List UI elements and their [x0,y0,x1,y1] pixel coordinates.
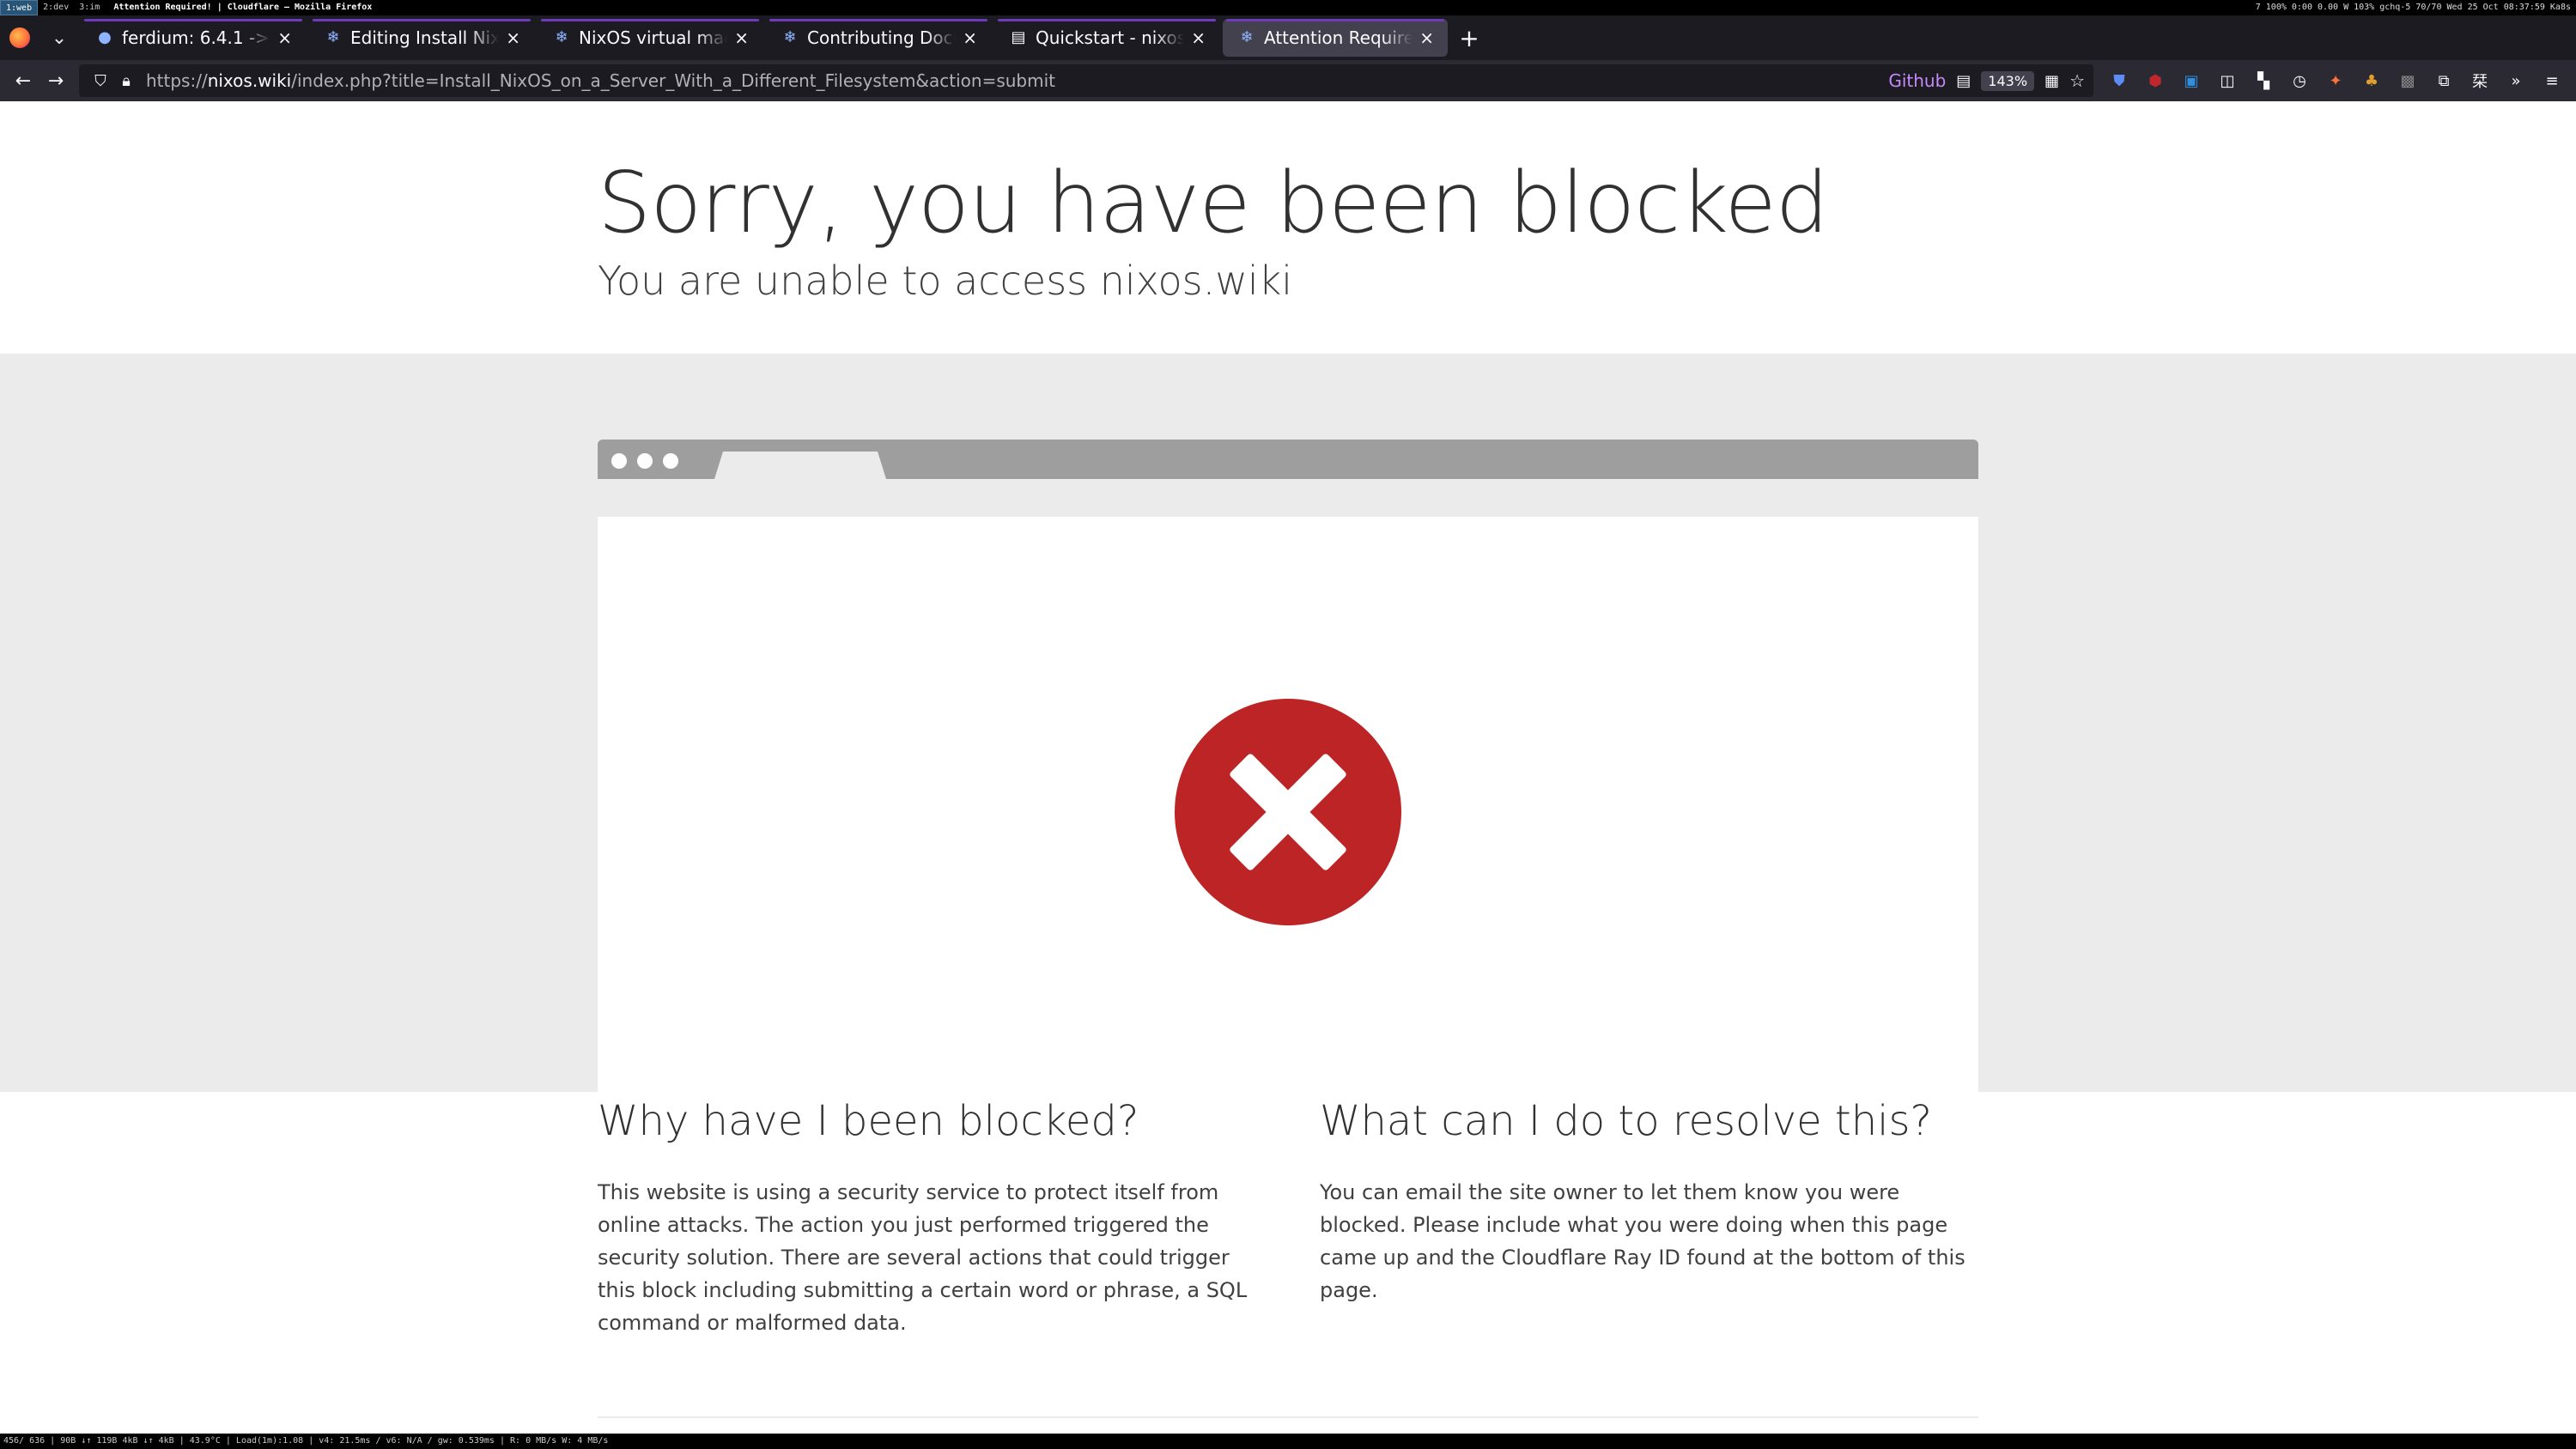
nixos-icon: ❄ [1240,28,1254,46]
workspace-1[interactable]: 1:web [0,0,39,15]
why-blocked-column: Why have I been blocked? This website is… [598,1097,1250,1339]
page-content: Sorry, you have been blocked You are una… [0,101,2576,1434]
tab-title: ferdium: 6.4.1 -> 6.5.2 by [122,27,270,48]
ublock-icon[interactable]: ⬢ [2140,65,2171,96]
plus-icon: + [1459,23,1479,52]
translate-icon[interactable]: 栞 [2464,65,2495,96]
tracking-protection-icon[interactable]: ⛉ [88,72,113,90]
arrow-left-icon: ← [15,70,32,92]
tab-ferdium[interactable]: ● ferdium: 6.4.1 -> 6.5.2 by × [81,19,306,57]
firefox-view-button[interactable] [0,15,39,60]
hero-section: Sorry, you have been blocked You are una… [0,101,2576,354]
tab-editing-install-nixos[interactable]: ❄ Editing Install NixOS on a × [309,19,534,57]
github-icon: ● [98,28,112,46]
url-path: /index.php?title=Install_NixOS_on_a_Serv… [291,70,1056,91]
tab-strip: ⌄ ● ferdium: 6.4.1 -> 6.5.2 by × ❄ Editi… [0,15,2576,60]
window-dot [637,453,653,469]
overflow-chevron-icon[interactable]: » [2500,65,2531,96]
forward-button[interactable]: → [39,64,72,98]
container-indicator [541,19,759,21]
resolve-column: What can I do to resolve this? You can e… [1320,1097,1972,1307]
reader-view-icon[interactable]: ▤ [1956,72,1971,90]
sidebar-icon[interactable]: ◫ [2212,65,2243,96]
browser-illustration-bar [598,440,1978,479]
container-indicator [769,19,987,21]
window-dot [663,453,678,469]
tab-title: NixOS virtual machines [579,27,727,48]
tab-quickstart-nixos-anywhere[interactable]: ▤ Quickstart - nixos-anywhere × [994,19,1219,57]
close-tab-icon[interactable]: × [963,27,977,48]
container-indicator [998,19,1216,21]
book-icon: ▤ [1011,28,1026,46]
grid-icon[interactable]: ▚ [2248,65,2279,96]
firefox-extension-icon[interactable]: ✦ [2320,65,2351,96]
url-prefix: https:// [146,70,208,91]
tab-contributing-documentation[interactable]: ❄ Contributing Documentation × [766,19,991,57]
bottom-status-bar: 456/ 636 | 90B ↓↑ 119B 4kB ↓↑ 4kB | 43.9… [0,1434,2576,1449]
extensions-toolbar: ⛊ ⬢ ▣ ◫ ▚ ◷ ✦ ♣ ▩ ⧉ 栞 » ≡ [2104,65,2576,96]
resolve-text: You can email the site owner to let them… [1320,1180,1965,1302]
why-blocked-text: This website is using a security service… [598,1180,1248,1335]
explanation-section [0,1092,2576,1434]
puzzle-icon[interactable]: ⧉ [2428,65,2459,96]
firefox-icon [9,27,30,48]
container-indicator [313,19,531,21]
workspace-2[interactable]: 2:dev [38,0,74,15]
close-tab-icon[interactable]: × [506,27,520,48]
container-indicator [1226,19,1444,21]
chevron-down-icon: ⌄ [51,27,68,49]
list-all-tabs-button[interactable]: ⌄ [39,15,79,60]
extension-blue-icon[interactable]: ▣ [2176,65,2207,96]
url-text[interactable]: https://nixos.wiki/index.php?title=Insta… [146,70,1055,91]
url-host: nixos.wiki [207,70,292,91]
bitwarden-icon[interactable]: ⛊ [2104,65,2135,96]
why-blocked-heading: Why have I been blocked? [598,1097,1139,1145]
extension-orange-icon[interactable]: ♣ [2356,65,2387,96]
page-subtitle: You are unable to access nixos.wiki [598,258,1293,304]
tab-attention-required[interactable]: ❄ Attention Required! | Cloudflare × [1223,19,1448,57]
close-tab-icon[interactable]: × [277,27,292,48]
close-tab-icon[interactable]: × [1419,27,1434,48]
close-tab-icon[interactable]: × [1191,27,1206,48]
tab-title: Quickstart - nixos-anywhere [1036,27,1185,48]
tab-title: Contributing Documentation [807,27,956,48]
lock-icon[interactable]: 🔒︎ [113,72,139,90]
nixos-icon: ❄ [555,28,568,46]
nixos-icon: ❄ [326,28,340,46]
github-container-label[interactable]: Github [1888,70,1946,91]
zoom-level-button[interactable]: 143% [1981,70,2035,91]
menu-icon[interactable]: ≡ [2537,65,2567,96]
close-tab-icon[interactable]: × [734,27,749,48]
resolve-heading: What can I do to resolve this? [1320,1097,1932,1145]
page-title: Sorry, you have been blocked [598,155,1829,252]
nixos-icon: ❄ [783,28,797,46]
section-divider [598,1416,1978,1418]
container-indicator [84,19,302,21]
tab-nixos-virtual-machines[interactable]: ❄ NixOS virtual machines × [538,19,762,57]
extension-gray-icon[interactable]: ▩ [2392,65,2423,96]
bookmark-star-icon[interactable]: ☆ [2069,70,2085,91]
system-status-bar: 1:web 2:dev 3:im Attention Required! | C… [0,0,2576,15]
address-bar[interactable]: ⛉ 🔒︎ https://nixos.wiki/index.php?title=… [79,64,2093,97]
tab-title: Editing Install NixOS on a [350,27,500,48]
system-status-info: 7 100% 0:00 0.00 W 103% gchq-5 70/70 Wed… [2255,3,2571,12]
window-dot [611,453,627,469]
tab-title: Attention Required! | Cloudflare [1264,27,1413,48]
blocked-x-icon [1175,699,1401,925]
address-bar-actions: Github ▤ 143% ▦ ☆ [1888,70,2085,91]
clock-icon[interactable]: ◷ [2284,65,2315,96]
qr-code-icon[interactable]: ▦ [2044,72,2059,90]
window-title: Attention Required! | Cloudflare — Mozil… [113,3,373,12]
navigation-toolbar: ← → ⛉ 🔒︎ https://nixos.wiki/index.php?ti… [0,60,2576,101]
new-tab-button[interactable]: + [1449,19,1489,57]
back-button[interactable]: ← [7,64,39,98]
arrow-right-icon: → [47,70,64,92]
workspace-3[interactable]: 3:im [74,0,105,15]
browser-illustration-tab [714,452,886,479]
